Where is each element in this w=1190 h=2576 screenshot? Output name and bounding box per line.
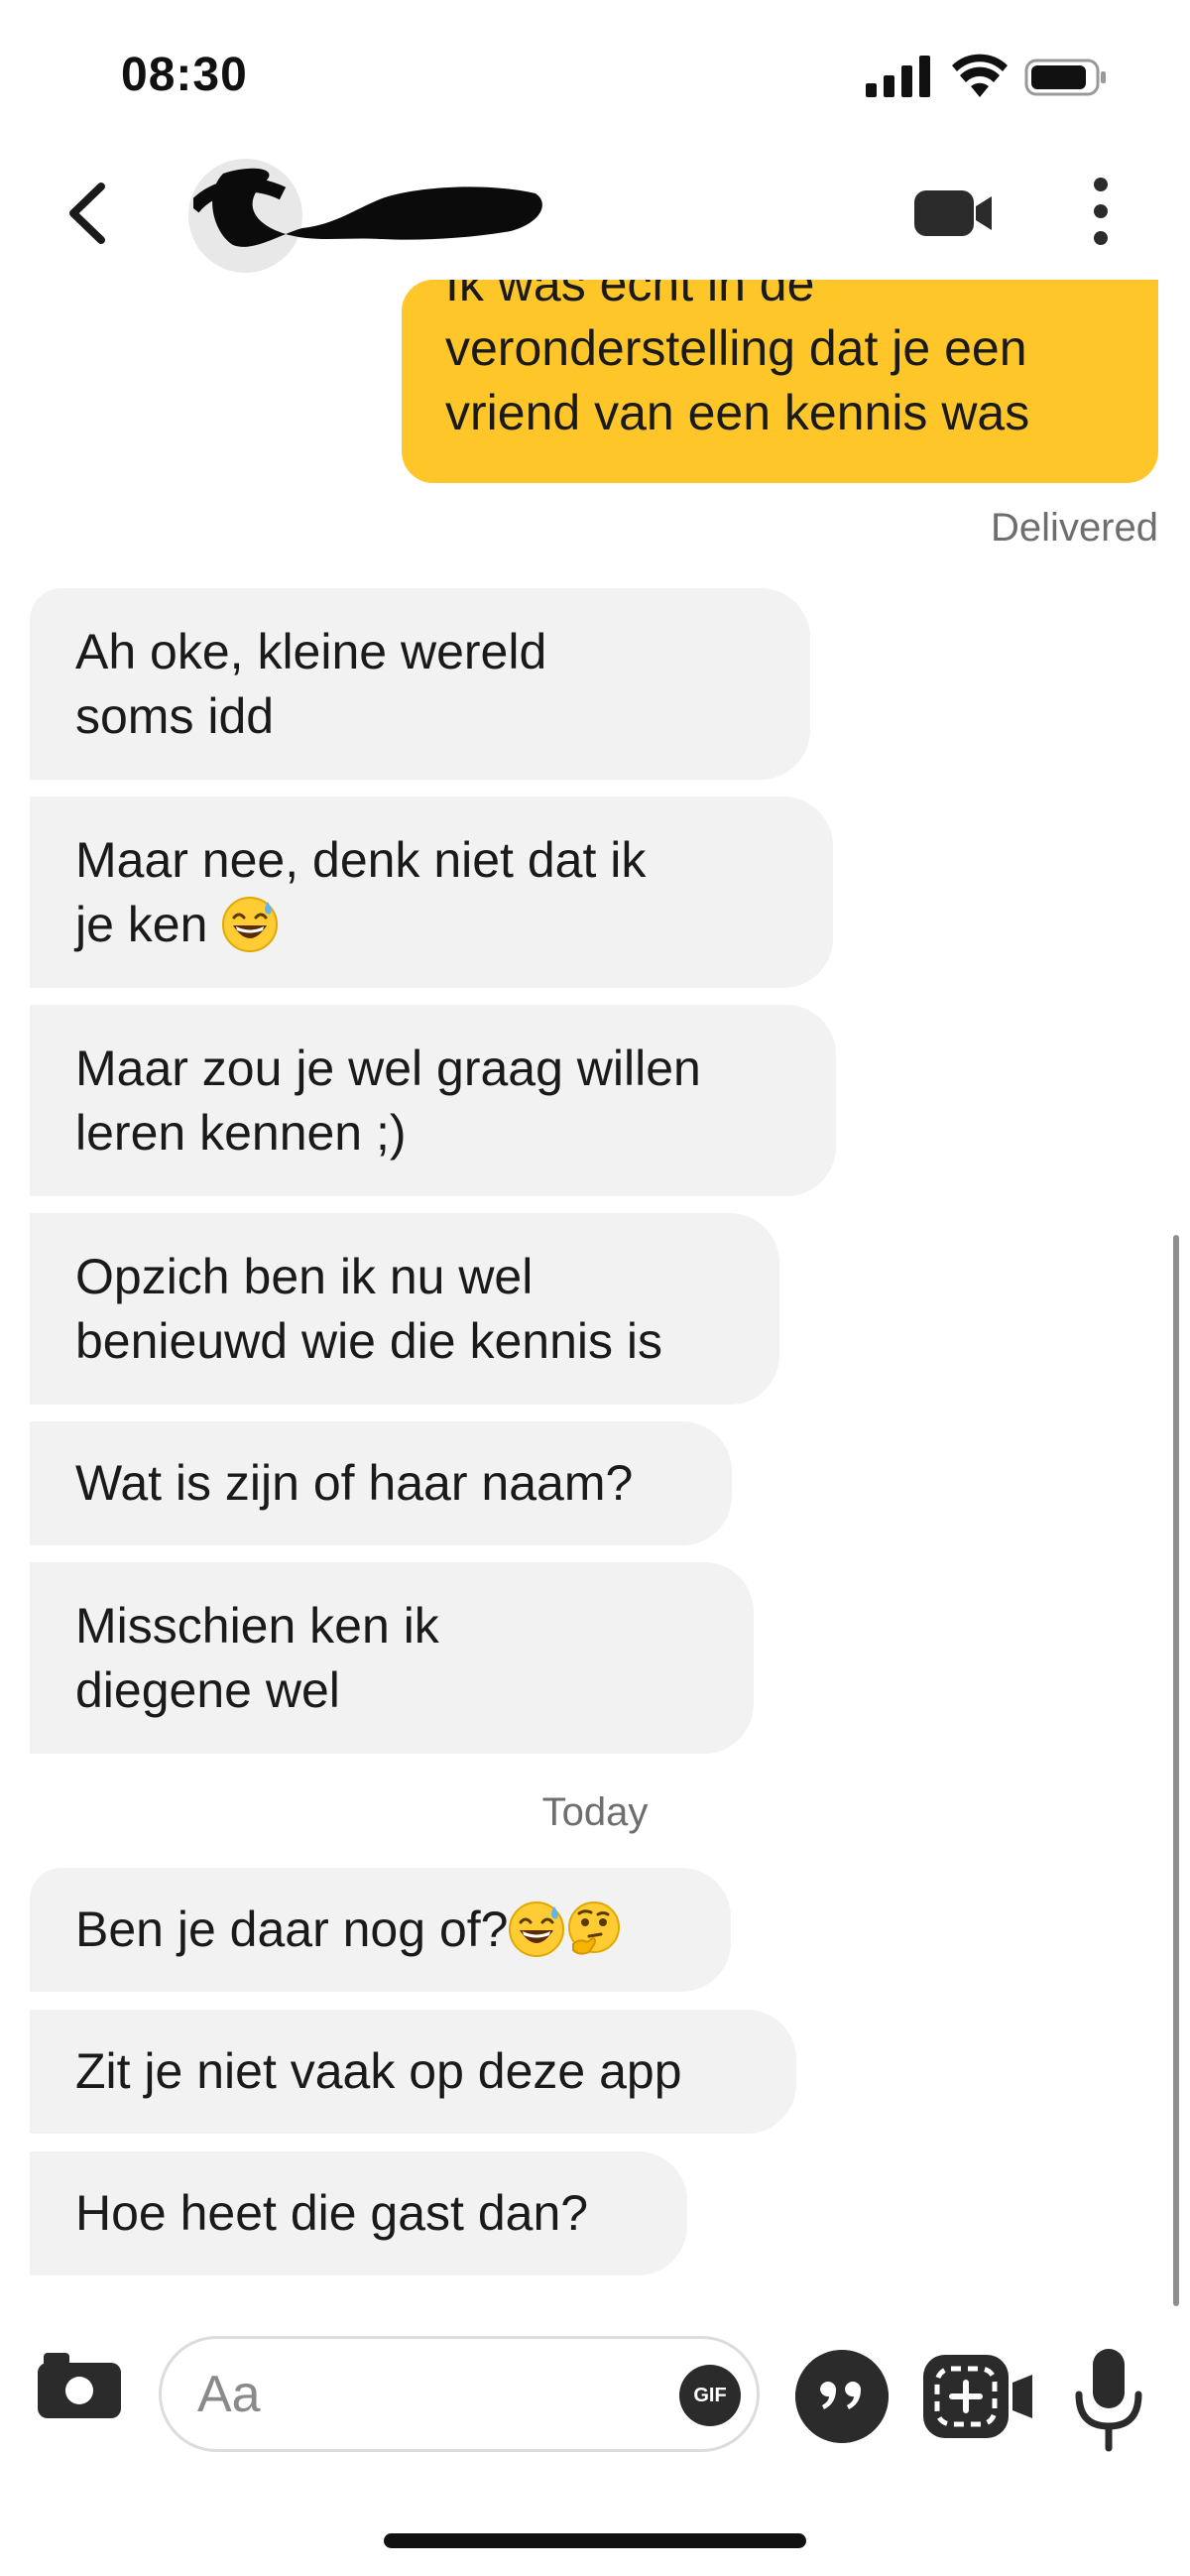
incoming-message-bubble[interactable]: Ben je daar nog of? <box>30 1868 731 1992</box>
message-input-field[interactable]: GIF <box>159 2336 760 2452</box>
outgoing-message-bubble[interactable]: Ik was echt in de veronderstelling dat j… <box>402 280 1158 483</box>
incoming-message-bubble[interactable]: Opzich ben ik nu wel benieuwd wie die ke… <box>30 1213 779 1405</box>
incoming-message-bubble[interactable]: Misschien ken ik diegene wel <box>30 1562 754 1754</box>
date-separator: Today <box>541 1790 649 1834</box>
status-time: 08:30 <box>121 49 248 101</box>
incoming-message-bubble[interactable]: Ah oke, kleine wereld soms idd <box>30 588 810 780</box>
more-options-button[interactable] <box>1086 177 1116 246</box>
battery-icon <box>1024 59 1106 96</box>
gif-button[interactable]: GIF <box>679 2365 741 2426</box>
back-button[interactable] <box>60 179 115 248</box>
incoming-message-bubble[interactable]: Maar nee, denk niet dat ik je ken <box>30 797 833 988</box>
quote-icon[interactable] <box>795 2350 889 2443</box>
wifi-icon <box>952 54 1008 97</box>
message-text: Maar zou je wel graag willen leren kenne… <box>75 1040 701 1161</box>
scrollbar[interactable] <box>1173 1235 1179 2306</box>
incoming-message-bubble[interactable]: Zit je niet vaak op deze app <box>30 2010 796 2134</box>
cellular-signal-icon <box>866 56 930 97</box>
message-input[interactable] <box>197 2359 614 2430</box>
redacted-contact-name <box>193 168 542 247</box>
thinking-face-emoji-icon <box>568 1901 621 1955</box>
incoming-message-bubble[interactable]: Maar zou je wel graag willen leren kenne… <box>30 1005 836 1196</box>
grinning-sweat-emoji-icon <box>222 896 279 952</box>
microphone-icon[interactable] <box>1073 2347 1144 2452</box>
video-call-button[interactable] <box>914 188 994 238</box>
message-text: Ben je daar nog of? <box>75 1898 623 1962</box>
message-text: Misschien ken ik diegene wel <box>75 1597 439 1718</box>
incoming-message-bubble[interactable]: Hoe heet die gast dan? <box>30 2151 687 2275</box>
message-text: Hoe heet die gast dan? <box>75 2185 589 2241</box>
delivery-status: Delivered <box>991 506 1158 550</box>
message-text: Maar nee, denk niet dat ik je ken <box>75 831 647 952</box>
grinning-sweat-emoji-icon <box>509 1901 565 1957</box>
camera-icon[interactable] <box>34 2349 125 2420</box>
video-note-icon[interactable] <box>919 2347 1038 2446</box>
home-indicator[interactable] <box>384 2533 806 2548</box>
message-text: Wat is zijn of haar naam? <box>75 1455 634 1511</box>
message-text: Ah oke, kleine wereld soms idd <box>75 623 547 744</box>
message-text: Zit je niet vaak op deze app <box>75 2043 682 2099</box>
message-text: Opzich ben ik nu wel benieuwd wie die ke… <box>75 1248 663 1369</box>
incoming-message-bubble[interactable]: Wat is zijn of haar naam? <box>30 1421 732 1545</box>
message-text: Ik was echt in de veronderstelling dat j… <box>445 280 1030 440</box>
